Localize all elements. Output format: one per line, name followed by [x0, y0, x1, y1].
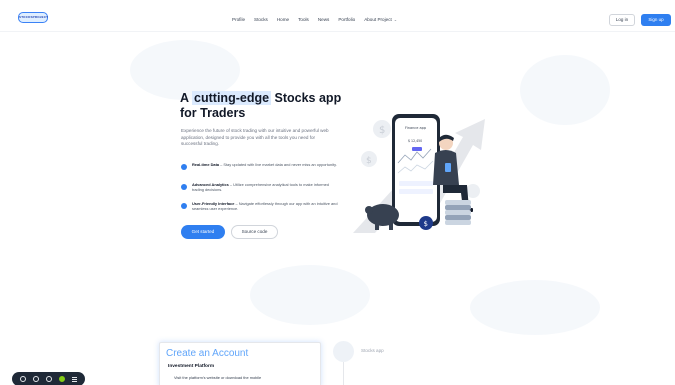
- status-icon[interactable]: [58, 376, 65, 382]
- source-code-button[interactable]: Source code: [231, 225, 278, 239]
- floating-toolbar: [12, 372, 85, 385]
- feature-title: Real-time Data: [192, 162, 220, 167]
- hero-title-highlight: cutting-edge: [192, 91, 272, 105]
- settings-icon[interactable]: [45, 376, 52, 382]
- site-logo[interactable]: STOCKSPROJECT: [18, 12, 48, 23]
- feature-text: User-Friendly Interface – Navigate effor…: [192, 201, 341, 212]
- feature-title: User-Friendly Interface: [192, 201, 235, 206]
- feature-body: – Stay updated with live market data and…: [219, 162, 337, 167]
- chat-icon[interactable]: [20, 376, 27, 382]
- get-started-button[interactable]: Get started: [181, 225, 225, 239]
- svg-text:$: $: [379, 125, 385, 136]
- background-shape: [520, 55, 610, 125]
- feature-item: Advanced Analytics – Utilize comprehensi…: [181, 182, 341, 193]
- hero-title: A cutting-edge Stocks app for Traders: [180, 91, 355, 121]
- login-button[interactable]: Log in: [609, 14, 635, 26]
- feature-text: Real-time Data – Stay updated with live …: [192, 162, 337, 170]
- feature-title: Advanced Analytics: [192, 182, 229, 187]
- hero-description: Experience the future of stock trading w…: [181, 128, 329, 147]
- check-icon: [181, 184, 187, 190]
- nav-item-stocks[interactable]: Stocks: [254, 17, 268, 22]
- step-card-subtitle: Investment Platform: [168, 364, 215, 369]
- hero-title-prefix: A: [180, 91, 193, 105]
- nav-item-home[interactable]: Home: [277, 17, 289, 22]
- nav-item-portfolio[interactable]: Portfolio: [338, 17, 355, 22]
- signup-button[interactable]: Sign up: [641, 14, 671, 26]
- svg-text:$: $: [424, 220, 428, 228]
- nav-item-tools[interactable]: Tools: [298, 17, 309, 22]
- top-navbar: STOCKSPROJECT Profile Stocks Home Tools …: [0, 0, 675, 32]
- feature-item: Real-time Data – Stay updated with live …: [181, 162, 341, 170]
- phone-app-title: Finance app: [405, 126, 427, 130]
- feature-text: Advanced Analytics – Utilize comprehensi…: [192, 182, 341, 193]
- nav-item-profile[interactable]: Profile: [232, 17, 245, 22]
- background-shape: [250, 265, 370, 325]
- trader-illustration: $ $ Finance app $ 12,450 $: [353, 114, 485, 233]
- home-icon[interactable]: [33, 376, 40, 382]
- nav-item-label: About Project: [364, 17, 392, 22]
- step-label: Stocks app: [361, 348, 384, 353]
- step-card: Create an Account Investment Platform Vi…: [159, 342, 321, 385]
- step-card-description: Visit the platform's website or download…: [174, 375, 262, 380]
- nav-item-news[interactable]: News: [318, 17, 330, 22]
- check-icon: [181, 164, 187, 170]
- step-card-title: Create an Account: [166, 348, 249, 359]
- background-shape: [470, 280, 600, 335]
- feature-item: User-Friendly Interface – Navigate effor…: [181, 201, 341, 212]
- check-icon: [181, 203, 187, 209]
- svg-text:$: $: [366, 156, 372, 166]
- coin-icon: [466, 184, 480, 198]
- step-indicator: [333, 341, 354, 362]
- nav-item-about-project[interactable]: About Project ⌄: [364, 17, 397, 22]
- phone-amount: $ 12,450: [408, 139, 422, 143]
- chevron-down-icon: ⌄: [393, 17, 398, 22]
- nav-menu: Profile Stocks Home Tools News Portfolio…: [232, 17, 397, 22]
- menu-icon[interactable]: [71, 376, 77, 382]
